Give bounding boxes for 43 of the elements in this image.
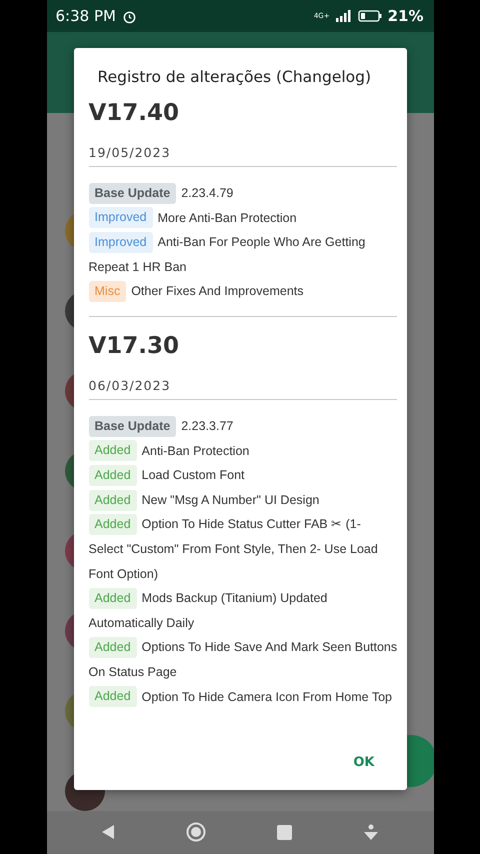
change-text: Mods Backup (Titanium) Updated — [142, 590, 328, 608]
change-tag: Added — [88, 440, 137, 462]
change-tag: Improved — [88, 232, 153, 253]
home-icon[interactable] — [186, 822, 206, 842]
change-text: Options To Hide Save And Mark Seen Buttons — [142, 639, 398, 656]
change-tag: Misc — [88, 281, 126, 302]
change-text: New "Msg A Number" UI Design — [142, 492, 320, 509]
change-text: Option To Hide Camera Icon From Home Top — [142, 688, 392, 706]
change-text: Select "Custom" From Font Style, Then 2- Use Load — [88, 542, 378, 556]
change-tag: Base Update — [88, 182, 176, 204]
back-icon[interactable] — [102, 825, 114, 840]
release-date: 19/05/2023 — [88, 145, 396, 167]
change-tag: Added — [88, 588, 137, 609]
download-icon[interactable] — [364, 824, 378, 840]
clock: 6:38 PM — [56, 7, 116, 26]
version-heading: V17.40 — [88, 99, 180, 128]
change-text: Option To Hide Status Cutter FAB ✂ (1- — [142, 516, 361, 534]
change-tag: Added — [88, 490, 137, 511]
change-text: More Anti-Ban Protection — [158, 210, 297, 227]
change-text: On Status Page — [88, 664, 177, 679]
change-text: 2.23.4.79 — [181, 185, 234, 202]
change-tag: Added — [88, 514, 137, 536]
change-text: Repeat 1 HR Ban — [88, 260, 186, 274]
version-heading: V17.30 — [88, 332, 180, 361]
change-tag: Added — [88, 686, 137, 708]
change-text: Anti-Ban For People Who Are Getting — [158, 234, 366, 252]
change-text: Other Fixes And Improvements — [131, 283, 304, 300]
change-text: 2.23.3.77 — [181, 418, 234, 435]
recents-icon[interactable] — [277, 824, 292, 840]
change-text: Anti-Ban Protection — [142, 442, 250, 460]
dialog-title: Registro de alterações (Changelog) — [96, 67, 372, 86]
change-tag: Added — [88, 464, 137, 486]
change-tag: Added — [88, 637, 137, 658]
change-tag: Improved — [88, 207, 153, 228]
signal-icon — [336, 10, 352, 22]
change-text: Load Custom Font — [142, 467, 244, 484]
change-text: Font Option) — [88, 566, 158, 581]
battery-icon — [358, 10, 382, 22]
change-text: Automatically Daily — [88, 616, 194, 630]
release-date: 06/03/2023 — [88, 378, 396, 400]
battery-level: 21% — [388, 7, 424, 26]
change-tag: Base Update — [88, 416, 176, 437]
ok-button[interactable]: OK — [345, 748, 382, 776]
